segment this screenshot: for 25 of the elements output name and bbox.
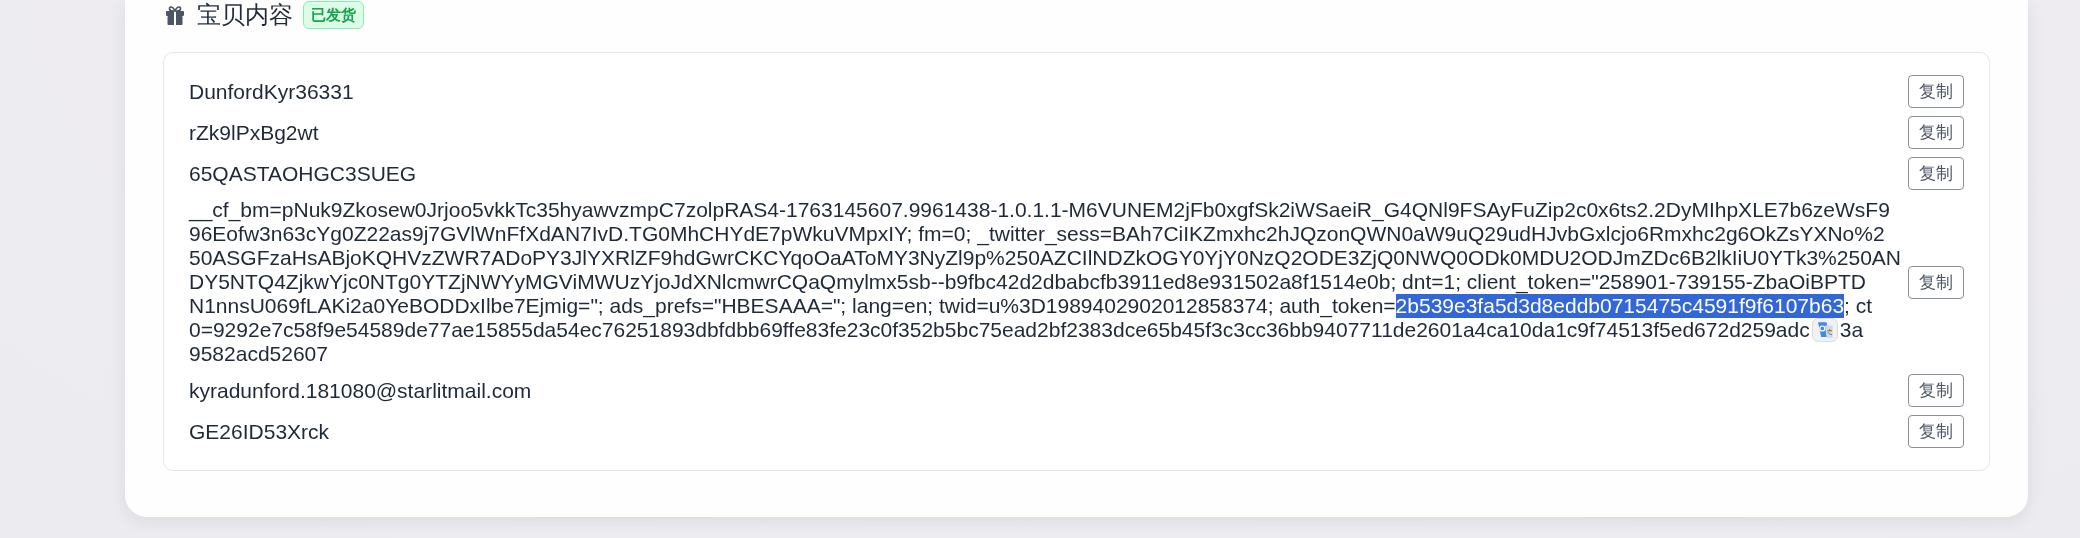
cookie-text: DY5NTQ4ZjkwYjc0NTg0YTZjNWYyMGViMWUzYjoJdXNlcmwrCQaQmylmx5sb--b9fbc42d2dbabcfb3911ed8e931502a8f1514e0b; dnt=1; client_token="258901-739155-ZbaOiBPTD [189,270,1866,294]
translate-icon[interactable] [1811,318,1838,342]
item-text: 65QASTAOHGC3SUEG [189,160,417,187]
cookie-text: ; ct [1844,294,1873,318]
cookie-text: 0=9292e7c58f9e54589de77ae15855da54ec76251893dbfdbb69ffe83fe23c0f352b5bc75ead2bf2383dce65b45f3c3cc36bb9407711de2601a4ca10da1c9f74513f5ed672d259adc [189,318,1810,342]
cookie-text: 50ASGFzaHsABjoKQHVzZWR7ADoPY3JlYXRlZF9hdGwrCKCYqoOaAToMY3NyZl9p%250AZCIlNDZkOGY0YjY0NzQ2ODE3ZjQ0NWQ0ODk0MDU2ODJmZDc6B2lkIiU0YTk3%250AN [189,246,1901,270]
selected-text: 2b539e3fa5d3d8eddb0715475c4591f9f6107b63 [1395,294,1845,318]
status-badge: 已发货 [303,0,364,30]
cookie-text: 96Eofw3n63cYg0Z22as9j7GVlWnFfXdAN7IvD.TG0MhCHYdE7pWkuVMpxIY; fm=0; _twitter_sess=BAh7CiIKZmxhc2hJQzonQWN0aW9uQ29udHJvbGxlcjo6Rmxhc2g6OkZsYXNo%2 [189,222,1885,246]
cookie-text: __cf_bm=pNuk9Zkosew0Jrjoo5vkkTc35hyawvzmpC7zolpRAS4-1763145607.9961438-1.0.1.1-M6VUNEM2jFb0xgfSk2iWSaeiR_G4QNl9FSAyFuZip2c0x6ts2.2DyMIhpXLE7b6zeWsF9 [189,198,1890,222]
item-text: rZk9lPxBg2wt [189,119,319,146]
item-text: kyradunford.181080@starlitmail.com [189,377,532,404]
copy-button[interactable]: 复制 [1908,374,1964,407]
section-title: 宝贝内容 [197,0,293,30]
cookie-text: 9582acd52607 [189,342,328,366]
copy-button[interactable]: 复制 [1908,157,1964,190]
cookie-text: N1nnsU069fLAKi2a0YeBODDxIlbe7Ejmig="; ads_prefs="HBESAAA="; lang=en; twid=u%3D1989402902012858374; auth_token= [189,294,1396,318]
copy-button[interactable]: 复制 [1908,415,1964,448]
copy-button[interactable]: 复制 [1908,265,1964,299]
copy-button[interactable]: 复制 [1908,116,1964,149]
copy-button[interactable]: 复制 [1908,75,1964,108]
cookie-text: 3a [1839,318,1864,342]
gift-icon [163,3,187,27]
item-text: GE26ID53Xrck [189,418,330,445]
item-text: DunfordKyr36331 [189,78,354,105]
